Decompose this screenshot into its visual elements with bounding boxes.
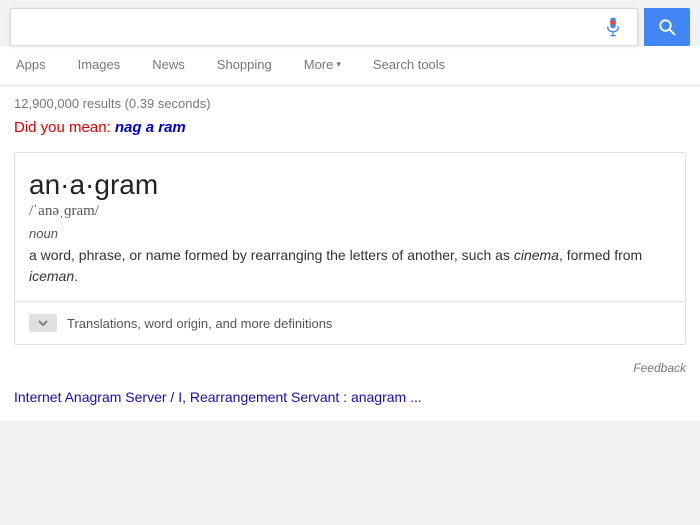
dictionary-pronunciation: /ˈanəˌɡram/ — [29, 203, 671, 220]
more-definitions-text: Translations, word origin, and more defi… — [67, 316, 332, 331]
definition-example: cinema — [514, 247, 559, 263]
search-button[interactable] — [644, 8, 690, 46]
did-you-mean-link[interactable]: nag a ram — [115, 119, 186, 136]
definition-example2: iceman — [29, 268, 74, 284]
search-input[interactable]: anagram — [19, 18, 601, 36]
search-bar-area: anagram — [0, 0, 700, 46]
dictionary-card: an·a·gram /ˈanəˌɡram/ noun a word, phras… — [14, 152, 686, 345]
more-definitions-row[interactable]: Translations, word origin, and more defi… — [15, 301, 685, 344]
dictionary-word: an·a·gram — [29, 169, 671, 201]
feedback-row: Feedback — [14, 357, 686, 383]
main-content: 12,900,000 results (0.39 seconds) Did yo… — [0, 86, 700, 421]
tab-search-tools[interactable]: Search tools — [357, 46, 461, 86]
tab-news[interactable]: News — [136, 46, 201, 86]
feedback-label[interactable]: Feedback — [633, 361, 686, 375]
nav-tabs: Apps Images News Shopping More ▾ Search … — [0, 46, 700, 86]
did-you-mean-prefix: Did you mean: — [14, 119, 115, 136]
definition-end: . — [74, 268, 78, 284]
chevron-down-icon: ▾ — [336, 59, 341, 70]
tab-more[interactable]: More ▾ — [288, 46, 357, 86]
results-count: 12,900,000 results (0.39 seconds) — [14, 96, 686, 111]
expand-icon — [29, 314, 57, 332]
result-row: Internet Anagram Server / I, Rearrangeme… — [14, 383, 686, 411]
dictionary-pos: noun — [29, 226, 671, 241]
search-input-wrapper: anagram — [10, 8, 638, 46]
result-link[interactable]: Internet Anagram Server / I, Rearrangeme… — [14, 389, 422, 405]
tab-shopping[interactable]: Shopping — [201, 46, 288, 86]
tab-images[interactable]: Images — [62, 46, 137, 86]
tab-apps[interactable]: Apps — [0, 46, 62, 86]
did-you-mean: Did you mean: nag a ram — [14, 119, 686, 136]
definition-text: a word, phrase, or name formed by rearra… — [29, 247, 514, 263]
dictionary-definition: a word, phrase, or name formed by rearra… — [29, 245, 671, 287]
definition-suffix: , formed from — [559, 247, 642, 263]
microphone-icon[interactable] — [601, 15, 625, 39]
